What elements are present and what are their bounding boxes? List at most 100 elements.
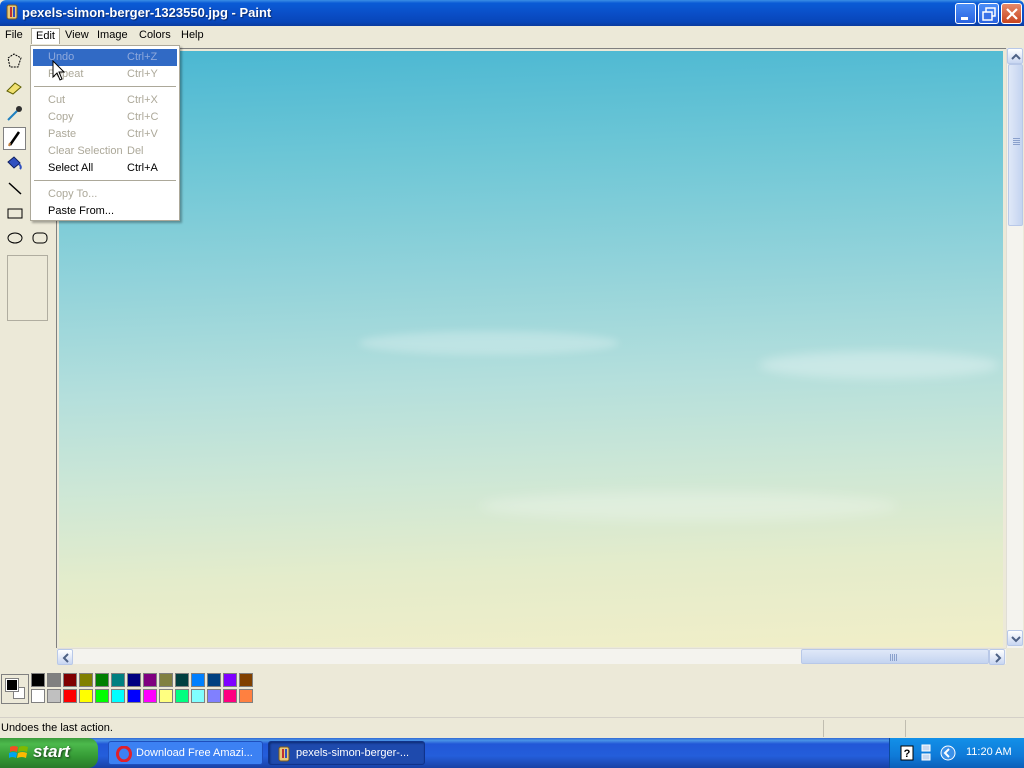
menu-image[interactable]: Image [93, 28, 132, 44]
color-swatch[interactable] [31, 673, 45, 687]
paint-bucket-icon [7, 156, 22, 170]
status-text: Undoes the last action. [1, 722, 113, 734]
color-swatch[interactable] [63, 673, 77, 687]
menu-separator [34, 180, 176, 181]
chevron-down-icon [1011, 636, 1021, 643]
chevron-right-icon [995, 653, 1002, 663]
menu-separator [34, 86, 176, 87]
line-tool[interactable] [3, 177, 26, 200]
color-swatch[interactable] [143, 673, 157, 687]
scroll-left-button[interactable] [57, 649, 73, 665]
taskbar-label: Download Free Amazi... [136, 747, 253, 759]
eraser-icon [6, 82, 22, 95]
ellipse-tool[interactable] [3, 227, 26, 250]
color-swatch[interactable] [127, 673, 141, 687]
taskbar-button-opera[interactable]: Download Free Amazi... [108, 741, 263, 765]
color-swatch[interactable] [239, 689, 253, 703]
scroll-down-button[interactable] [1007, 630, 1023, 646]
foreground-color-swatch[interactable] [5, 678, 19, 692]
drawing-canvas[interactable] [59, 51, 1003, 647]
color-swatch[interactable] [143, 689, 157, 703]
taskbar-label: pexels-simon-berger-... [296, 747, 410, 759]
color-swatch[interactable] [159, 673, 173, 687]
color-swatch[interactable] [175, 689, 189, 703]
restore-button[interactable] [978, 3, 999, 24]
menu-edit[interactable]: Edit [31, 28, 60, 44]
opera-icon [116, 746, 132, 762]
rounded-rectangle-tool[interactable] [28, 227, 51, 250]
color-picker-tool[interactable] [3, 102, 26, 125]
start-label: start [33, 742, 70, 761]
chevron-left-icon [62, 653, 69, 663]
network-icon[interactable] [920, 744, 932, 762]
scroll-up-button[interactable] [1007, 48, 1023, 64]
rounded-rectangle-icon [32, 232, 48, 244]
window-title: pexels-simon-berger-1323550.jpg - Paint [22, 5, 272, 20]
menu-item-copy[interactable]: Copy Ctrl+C [33, 109, 177, 126]
svg-text:?: ? [904, 748, 911, 760]
rectangle-tool[interactable] [3, 202, 26, 225]
sky-cloud [359, 331, 619, 355]
color-swatch[interactable] [95, 673, 109, 687]
show-hidden-icons-icon[interactable] [940, 745, 956, 761]
ellipse-icon [7, 232, 23, 244]
restore-icon [982, 7, 996, 21]
horizontal-scroll-thumb[interactable] [801, 649, 989, 664]
help-icon[interactable]: ? [900, 745, 914, 761]
current-colors[interactable] [1, 674, 29, 704]
color-swatch[interactable] [111, 689, 125, 703]
menu-item-copy-to[interactable]: Copy To... [33, 186, 177, 203]
menu-item-select-all[interactable]: Select All Ctrl+A [33, 160, 177, 177]
color-swatch[interactable] [191, 689, 205, 703]
color-swatch[interactable] [47, 689, 61, 703]
vertical-scrollbar[interactable] [1006, 48, 1023, 648]
color-swatch[interactable] [175, 673, 189, 687]
menu-bar: File Edit View Image Colors Help [0, 26, 1024, 45]
color-swatch[interactable] [239, 673, 253, 687]
color-swatch[interactable] [159, 689, 173, 703]
mouse-cursor-icon [52, 60, 66, 81]
menu-colors[interactable]: Colors [135, 28, 175, 44]
fill-tool[interactable] [3, 152, 26, 175]
color-swatch[interactable] [31, 689, 45, 703]
eraser-tool[interactable] [3, 76, 26, 99]
windows-logo-icon [9, 746, 28, 758]
color-swatch[interactable] [127, 689, 141, 703]
color-swatch[interactable] [223, 689, 237, 703]
horizontal-scrollbar[interactable] [57, 648, 1006, 665]
color-swatch[interactable] [47, 673, 61, 687]
menu-file[interactable]: File [1, 28, 27, 44]
close-button[interactable] [1001, 3, 1022, 24]
menu-view[interactable]: View [61, 28, 93, 44]
taskbar-button-paint[interactable]: pexels-simon-berger-... [268, 741, 425, 765]
color-swatch[interactable] [79, 689, 93, 703]
menu-item-paste[interactable]: Paste Ctrl+V [33, 126, 177, 143]
color-swatch[interactable] [191, 673, 205, 687]
menu-item-paste-from[interactable]: Paste From... [33, 203, 177, 220]
status-bar: Undoes the last action. [0, 717, 1024, 738]
color-swatch[interactable] [79, 673, 93, 687]
color-swatch[interactable] [63, 689, 77, 703]
free-select-tool[interactable] [3, 50, 26, 73]
menu-help[interactable]: Help [177, 28, 208, 44]
scroll-right-button[interactable] [989, 649, 1005, 665]
minimize-button[interactable] [955, 3, 976, 24]
color-swatch[interactable] [223, 673, 237, 687]
menu-item-clear-selection[interactable]: Clear Selection Del [33, 143, 177, 160]
start-button[interactable]: start [0, 738, 98, 768]
color-swatch[interactable] [111, 673, 125, 687]
color-swatch[interactable] [207, 673, 221, 687]
status-pane-size [905, 720, 1024, 737]
eyedropper-icon [7, 106, 22, 121]
chevron-up-icon [1011, 53, 1021, 60]
title-bar[interactable]: pexels-simon-berger-1323550.jpg - Paint [0, 0, 1024, 26]
vertical-scroll-thumb[interactable] [1008, 64, 1023, 226]
menu-item-cut[interactable]: Cut Ctrl+X [33, 92, 177, 109]
color-swatch[interactable] [95, 689, 109, 703]
tool-options-box[interactable] [7, 255, 48, 321]
pencil-tool[interactable] [3, 127, 26, 150]
sky-cloud [479, 491, 899, 521]
color-swatch[interactable] [207, 689, 221, 703]
free-select-icon [7, 53, 22, 68]
minimize-icon [961, 17, 968, 20]
